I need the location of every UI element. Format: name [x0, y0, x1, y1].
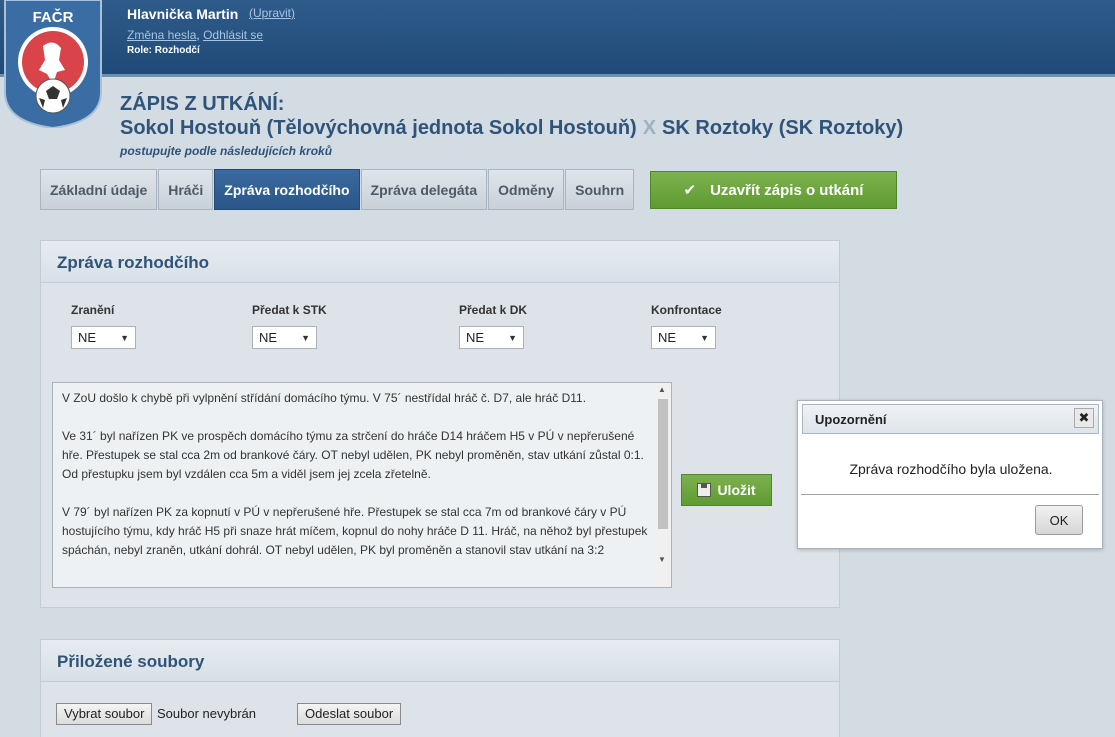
referee-report-heading: Zpráva rozhodčího — [41, 241, 839, 283]
confrontation-label: Konfrontace — [651, 303, 722, 317]
logo-text: FAČR — [33, 8, 74, 26]
confrontation-value: NE — [658, 330, 677, 345]
dk-label: Předat k DK — [459, 303, 528, 317]
tab-delegate-report[interactable]: Zpráva delegáta — [360, 169, 488, 210]
save-button[interactable]: Uložit — [681, 474, 772, 506]
stk-select[interactable]: NE ▼ — [252, 326, 317, 349]
tab-referee-report[interactable]: Zpráva rozhodčího — [214, 169, 360, 210]
chevron-down-icon: ▼ — [301, 332, 310, 343]
dk-value: NE — [466, 330, 485, 345]
tab-basic-info[interactable]: Základní údaje — [40, 169, 158, 210]
report-paragraph: V ZoU došlo k chybě při vylpnění střídán… — [62, 391, 587, 405]
referee-report-panel: Zpráva rozhodčího Zranění NE ▼ Předat k S… — [40, 240, 840, 608]
injury-value: NE — [78, 330, 97, 345]
steps-hint: postupujte podle následujících kroků — [120, 144, 333, 158]
scroll-thumb[interactable] — [658, 399, 668, 529]
send-file-button[interactable]: Odeslat soubor — [297, 703, 402, 725]
account-links: Změna hesla, Odhlásit se — [127, 28, 263, 42]
injury-label: Zranění — [71, 303, 115, 317]
dialog-title: Upozornění — [802, 404, 1099, 434]
chevron-down-icon: ▼ — [508, 332, 517, 343]
close-report-button[interactable]: ✔ Uzavřít zápis o utkání — [650, 171, 897, 209]
edit-profile-link[interactable]: (Upravit) — [249, 6, 295, 20]
report-textarea[interactable]: V ZoU došlo k chybě při vylpnění střídán… — [52, 382, 672, 588]
report-paragraph: V 79´ byl nařízen PK za kopnutí v PÚ v n… — [62, 505, 648, 557]
facr-logo[interactable]: FAČR — [3, 0, 103, 128]
close-report-label: Uzavřít zápis o utkání — [710, 181, 864, 199]
attachments-panel: Přiložené soubory Vybrat soubor Soubor n… — [40, 639, 840, 737]
chevron-down-icon: ▼ — [120, 332, 129, 343]
checkmark-icon: ✔ — [683, 182, 697, 199]
no-file-status: Soubor nevybrán — [157, 706, 257, 721]
versus-mark: X — [642, 117, 657, 139]
page-title: ZÁPIS Z UTKÁNÍ: — [120, 93, 285, 115]
close-icon[interactable]: ✖ — [1074, 408, 1094, 428]
injury-select[interactable]: NE ▼ — [71, 326, 136, 349]
choose-file-button[interactable]: Vybrat soubor — [56, 703, 153, 725]
user-role: Role: Rozhodčí — [127, 45, 200, 56]
stk-label: Předat k STK — [252, 303, 327, 317]
away-team: SK Roztoky (SK Roztoky) — [662, 117, 904, 139]
links-separator: , — [196, 28, 200, 42]
step-tabs: Základní údaje Hráči Zpráva rozhodčího Z… — [40, 169, 635, 210]
home-team: Sokol Hostouň (Tělovýchovná jednota Soko… — [120, 117, 637, 139]
dialog-divider — [801, 494, 1099, 495]
scroll-down-icon[interactable]: ▼ — [658, 555, 666, 564]
tab-summary[interactable]: Souhrn — [565, 169, 635, 210]
report-paragraph: Ve 31´ byl nařízen PK ve prospěch domácí… — [62, 429, 644, 481]
dk-select[interactable]: NE ▼ — [459, 326, 524, 349]
floppy-disk-icon — [697, 483, 712, 497]
attachments-heading: Přiložené soubory — [41, 640, 839, 682]
top-bar: Hlavnička Martin (Upravit) Změna hesla, … — [0, 0, 1115, 77]
scroll-up-icon[interactable]: ▲ — [658, 385, 666, 394]
change-password-link[interactable]: Změna hesla — [127, 28, 196, 42]
ok-button[interactable]: OK — [1035, 505, 1083, 535]
textarea-scrollbar[interactable]: ▲ ▼ — [655, 383, 671, 587]
notice-dialog: Upozornění ✖ Zpráva rozhodčího byla ulož… — [797, 400, 1103, 549]
user-name: Hlavnička Martin — [127, 6, 239, 22]
tab-rewards[interactable]: Odměny — [488, 169, 565, 210]
logout-link[interactable]: Odhlásit se — [203, 28, 263, 42]
save-label: Uložit — [717, 482, 756, 498]
stk-value: NE — [259, 330, 278, 345]
confrontation-select[interactable]: NE ▼ — [651, 326, 716, 349]
tab-players[interactable]: Hráči — [158, 169, 214, 210]
chevron-down-icon: ▼ — [700, 332, 709, 343]
match-teams: Sokol Hostouň (Tělovýchovná jednota Soko… — [120, 117, 903, 140]
dialog-message: Zpráva rozhodčího byla uložena. — [849, 461, 1053, 477]
